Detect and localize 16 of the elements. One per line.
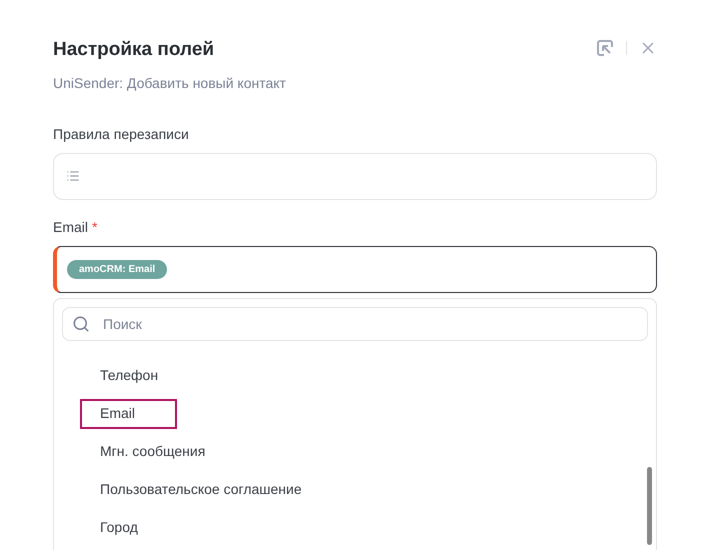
arrow-box-icon[interactable] [596,39,614,57]
required-mark: * [92,218,98,236]
search-field[interactable]: Поиск [62,306,648,340]
scrollbar[interactable] [647,466,652,544]
dropdown-option[interactable]: Мгн. сообщения [80,436,248,466]
search-icon [72,314,90,332]
field-label: Email [53,218,88,236]
dialog-subtitle: UniSender: Добавить новый контакт [53,74,286,93]
list-icon [66,169,80,183]
dropdown-option[interactable]: Пользовательское соглашение [80,474,344,504]
input-field[interactable] [53,152,657,200]
field-label: Правила перезаписи [53,124,189,144]
dropdown-option[interactable]: Телефон [80,360,200,390]
dropdown-option[interactable]: Город [80,512,180,542]
dropdown-option[interactable]: Email [80,398,178,428]
dialog-title: Настройка полей [53,38,216,62]
